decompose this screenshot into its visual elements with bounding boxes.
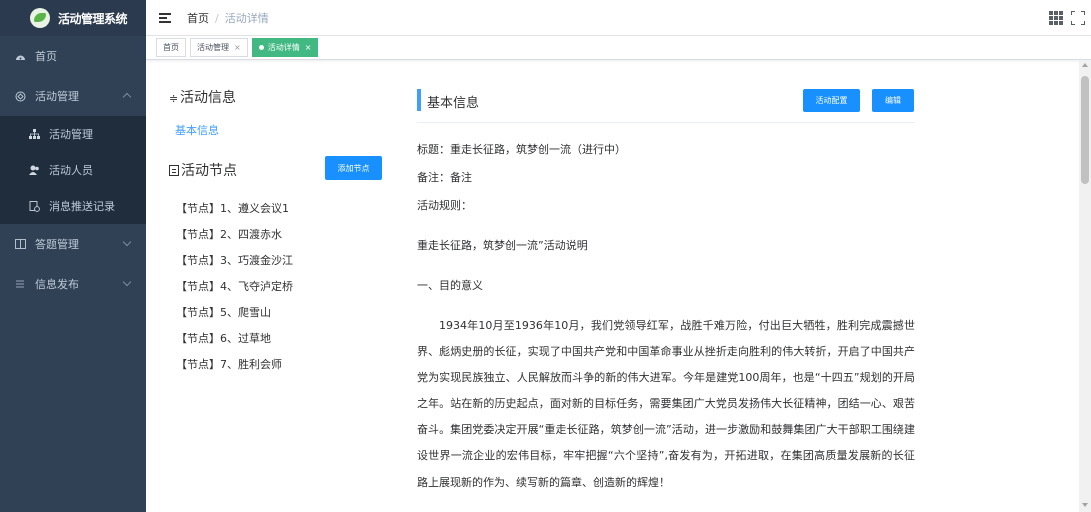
activity-info-title: 活动信息 [180, 90, 236, 106]
breadcrumb-home[interactable]: 首页 [187, 12, 209, 25]
activity-config-button[interactable]: 活动配置 [803, 89, 860, 112]
node-item[interactable]: 【节点】2、四渡赤水 [176, 226, 282, 242]
dashboard-icon [14, 50, 26, 62]
tag-label: 首页 [163, 43, 179, 52]
tag-home[interactable]: 首页 [156, 38, 186, 57]
top-navbar: 首页 / 活动详情 [146, 0, 1091, 36]
tag-activity-detail[interactable]: 活动详情 × [251, 38, 319, 57]
sidebar-item-label: 答题管理 [35, 238, 79, 251]
sidebar-subitem-label: 消息推送记录 [49, 200, 115, 213]
tags-view-bar: 首页 活动管理 × 活动详情 × [146, 36, 1091, 60]
basic-info-header: 基本信息 活动配置 编辑 [417, 88, 915, 123]
chevron-down-icon [122, 277, 132, 287]
activity-info-heading: ≑ 活动信息 [169, 87, 236, 107]
rules-heading: 重走长征路，筑梦创一流”活动说明 [417, 239, 588, 252]
app-title: 活动管理系统 [58, 11, 128, 26]
activity-remark-line: 备注：备注 [417, 171, 472, 184]
sidebar-subitem-activity-management[interactable]: 活动管理 [0, 116, 146, 152]
list-icon [14, 278, 26, 290]
sidebar-item-quiz-management[interactable]: 答题管理 [0, 224, 146, 264]
sidebar: 活动管理系统 首页 活动管理 活动管理 活动人员 消息推送记录 答题管理 信息发… [0, 0, 146, 512]
document-icon [169, 165, 179, 176]
add-node-button[interactable]: 添加节点 [325, 156, 382, 180]
tree-icon [28, 128, 40, 140]
hamburger-icon[interactable] [159, 12, 171, 23]
close-icon[interactable]: × [305, 43, 312, 52]
activity-nodes-title: 活动节点 [181, 163, 237, 179]
activity-icon [14, 90, 26, 102]
main-content: ≑ 活动信息 基本信息 活动节点 添加节点 【节点】1、遵义会议1 【节点】2、四… [146, 60, 1091, 512]
section-heading: 一、目的意义 [417, 279, 483, 292]
activity-rules-label: 活动规则： [417, 199, 472, 212]
submenu-activity: 活动管理 活动人员 消息推送记录 [0, 116, 146, 224]
close-icon[interactable]: × [234, 43, 241, 52]
active-dot-icon [258, 45, 264, 50]
activity-title-line: 标题：重走长征路，筑梦创一流（进行中） [417, 143, 626, 156]
sidebar-item-label: 首页 [35, 50, 57, 63]
sidebar-item-home[interactable]: 首页 [0, 36, 146, 76]
scrollbar-thumb[interactable] [1081, 76, 1089, 184]
node-item[interactable]: 【节点】6、过草地 [176, 330, 271, 346]
accent-bar [417, 89, 421, 111]
sidebar-item-label: 信息发布 [35, 278, 79, 291]
tab-basic-info[interactable]: 基本信息 [175, 122, 219, 138]
sidebar-item-info-publish[interactable]: 信息发布 [0, 264, 146, 304]
scroll-up-arrow-icon[interactable] [1082, 63, 1088, 67]
activity-nodes-heading: 活动节点 [169, 160, 237, 180]
people-icon [28, 164, 40, 176]
sidebar-item-activity-management[interactable]: 活动管理 [0, 76, 146, 116]
sidebar-subitem-activity-people[interactable]: 活动人员 [0, 152, 146, 188]
node-item[interactable]: 【节点】3、巧渡金沙江 [176, 252, 293, 268]
fullscreen-icon[interactable] [1071, 11, 1085, 25]
basic-info-title: 基本信息 [427, 96, 480, 111]
edit-button[interactable]: 编辑 [872, 89, 914, 112]
node-item[interactable]: 【节点】5、爬雪山 [176, 304, 271, 320]
breadcrumb: 首页 / 活动详情 [187, 11, 269, 25]
node-item[interactable]: 【节点】1、遵义会议1 [176, 200, 289, 216]
tag-label: 活动管理 [197, 43, 229, 52]
tag-label: 活动详情 [267, 43, 300, 52]
sidebar-subitem-message-log[interactable]: 消息推送记录 [0, 188, 146, 224]
rules-paragraph: 1934年10月至1936年10月，我们党领导红军，战胜千难万险，付出巨大牺牲，… [417, 319, 915, 489]
sidebar-subitem-label: 活动人员 [49, 164, 93, 177]
breadcrumb-current: 活动详情 [224, 11, 269, 25]
leaf-logo-icon [30, 8, 50, 28]
message-log-icon [28, 200, 40, 212]
layout-size-icon[interactable] [1049, 11, 1063, 25]
app-logo[interactable]: 活动管理系统 [0, 0, 146, 36]
node-item[interactable]: 【节点】7、胜利会师 [176, 356, 282, 372]
node-item[interactable]: 【节点】4、飞夺泸定桥 [176, 278, 293, 294]
sidebar-subitem-label: 活动管理 [49, 128, 93, 141]
tag-activity-management[interactable]: 活动管理 × [190, 38, 248, 57]
sliders-icon: ≑ [169, 92, 179, 105]
chevron-down-icon [122, 237, 132, 247]
sidebar-item-label: 活动管理 [35, 90, 79, 103]
scroll-down-arrow-icon[interactable] [1082, 503, 1088, 507]
chevron-up-icon [122, 92, 132, 102]
book-icon [14, 238, 26, 250]
